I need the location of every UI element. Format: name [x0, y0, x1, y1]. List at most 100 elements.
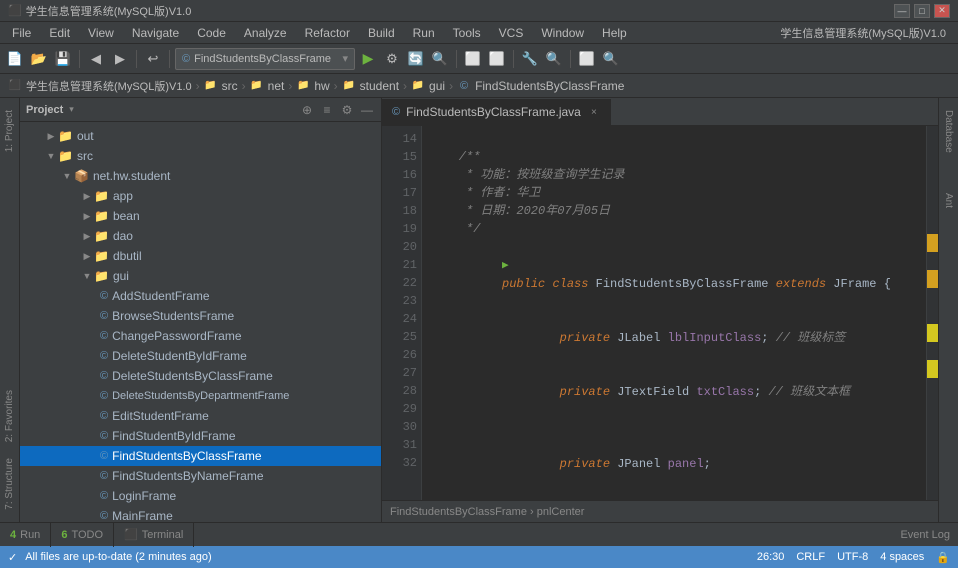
panel-add-icon[interactable]: ⊕	[299, 102, 315, 118]
tree-label: DeleteStudentsByDepartmentFrame	[112, 390, 289, 402]
menu-view[interactable]: View	[80, 24, 122, 42]
run-btn[interactable]: ▶	[357, 48, 379, 70]
maximize-btn[interactable]: □	[914, 4, 930, 18]
tree-item-app[interactable]: ▶ 📁 app	[20, 186, 381, 206]
toolbar-fwd-btn[interactable]: ▶	[109, 48, 131, 70]
tab-bar: © FindStudentsByClassFrame.java ×	[382, 98, 938, 126]
breadcrumb-student[interactable]: student	[360, 79, 399, 93]
menu-navigate[interactable]: Navigate	[124, 24, 187, 42]
folder-icon: 📁	[94, 269, 109, 283]
toolbar-sep4	[456, 50, 457, 68]
breadcrumb-net[interactable]: net	[268, 79, 285, 93]
kw-private-21: private	[560, 331, 618, 345]
tree-item-DeleteStudentByIdFrame[interactable]: © DeleteStudentByIdFrame	[20, 346, 381, 366]
toolbar-back-btn[interactable]: ◀	[85, 48, 107, 70]
tree-item-DeleteStudentsByDepartmentFrame[interactable]: © DeleteStudentsByDepartmentFrame	[20, 386, 381, 406]
tree-item-BrowseStudentsFrame[interactable]: © BrowseStudentsFrame	[20, 306, 381, 326]
project-tree[interactable]: ▶ 📁 out ▼ 📁 src ▼ 📦 net.hw.student ▶ 📁 a…	[20, 122, 381, 522]
breadcrumb-class[interactable]: FindStudentsByClassFrame	[475, 79, 624, 93]
toolbar-open-btn[interactable]: 📂	[28, 48, 50, 70]
tree-item-bean[interactable]: ▶ 📁 bean	[20, 206, 381, 226]
editor-tab[interactable]: © FindStudentsByClassFrame.java ×	[382, 99, 612, 125]
tab-close-btn[interactable]: ×	[587, 105, 601, 119]
expand-icon: ▶	[80, 211, 94, 222]
expand-icon: ▶	[80, 191, 94, 202]
menu-code[interactable]: Code	[189, 24, 234, 42]
menu-help[interactable]: Help	[594, 24, 635, 42]
tree-item-dbutil[interactable]: ▶ 📁 dbutil	[20, 246, 381, 266]
terminal-tab[interactable]: ⬛ Terminal	[114, 523, 194, 547]
code-area: 14 15 16 17 18 19 20 21 22 23 24 25 26 2…	[382, 126, 938, 500]
side-tab-favorites[interactable]: 2: Favorites	[2, 382, 17, 450]
toolbar-btn2[interactable]: ⚙	[381, 48, 403, 70]
menu-run[interactable]: Run	[405, 24, 443, 42]
toolbar-new-btn[interactable]: 📄	[4, 48, 26, 70]
tree-item-package[interactable]: ▼ 📦 net.hw.student	[20, 166, 381, 186]
event-log-label[interactable]: Event Log	[900, 529, 950, 541]
tree-item-EditStudentFrame[interactable]: © EditStudentFrame	[20, 406, 381, 426]
tree-item-DeleteStudentsByClassFrame[interactable]: © DeleteStudentsByClassFrame	[20, 366, 381, 386]
tree-label: ChangePasswordFrame	[112, 329, 241, 343]
toolbar-btn3[interactable]: 🔄	[405, 48, 427, 70]
side-tab-project[interactable]: 1: Project	[2, 102, 17, 160]
package-icon: 📦	[74, 169, 89, 183]
tree-item-FindStudentsByNameFrame[interactable]: © FindStudentsByNameFrame	[20, 466, 381, 486]
run-config-dropdown[interactable]: © FindStudentsByClassFrame ▾	[175, 48, 355, 70]
toolbar-btn5[interactable]: ⬜	[462, 48, 484, 70]
tree-label: AddStudentFrame	[112, 289, 209, 303]
side-tab-database[interactable]: Database	[941, 102, 956, 161]
menu-tools[interactable]: Tools	[445, 24, 489, 42]
breadcrumb-project[interactable]: 学生信息管理系统(MySQL版)V1.0	[26, 78, 192, 94]
tree-item-FindStudentByIdFrame[interactable]: © FindStudentByIdFrame	[20, 426, 381, 446]
menu-edit[interactable]: Edit	[41, 24, 78, 42]
panel-close-icon[interactable]: —	[359, 102, 375, 118]
menu-build[interactable]: Build	[360, 24, 403, 42]
minimize-btn[interactable]: —	[894, 4, 910, 18]
tree-item-FindStudentsByClassFrame[interactable]: © FindStudentsByClassFrame	[20, 446, 381, 466]
class-icon: ©	[100, 510, 108, 522]
toolbar-btn8[interactable]: 🔍	[600, 48, 622, 70]
toolbar-save-btn[interactable]: 💾	[52, 48, 74, 70]
breadcrumb-src[interactable]: src	[222, 79, 238, 93]
tree-item-out[interactable]: ▶ 📁 out	[20, 126, 381, 146]
breadcrumb-hw-icon: 📁	[296, 79, 310, 93]
classname-span: FindStudentsByClassFrame	[596, 277, 776, 291]
side-tab-structure[interactable]: 7: Structure	[2, 450, 17, 518]
toolbar-btn7[interactable]: ⬜	[576, 48, 598, 70]
panel-header-left: Project ▾	[26, 104, 74, 116]
breadcrumb-gui[interactable]: gui	[429, 79, 445, 93]
tree-label: BrowseStudentsFrame	[112, 309, 234, 323]
tree-item-gui[interactable]: ▼ 📁 gui	[20, 266, 381, 286]
tree-item-src[interactable]: ▼ 📁 src	[20, 146, 381, 166]
tree-item-ChangePasswordFrame[interactable]: © ChangePasswordFrame	[20, 326, 381, 346]
todo-tab[interactable]: 6 TODO	[51, 523, 114, 547]
panel-collapse-icon[interactable]: ≡	[319, 102, 335, 118]
menu-app[interactable]: 学生信息管理系统(MySQL版)V1.0	[772, 23, 954, 43]
menu-refactor[interactable]: Refactor	[297, 24, 358, 42]
code-line-21: private JLabel lblInputClass; // 班级标签	[430, 311, 918, 365]
code-content[interactable]: /** * 功能：按班级查询学生记录 * 作者：华卫 * 日期：2020年07月…	[422, 126, 926, 500]
breadcrumb-net-icon: 📁	[250, 79, 264, 93]
side-tab-ant[interactable]: Ant	[941, 185, 956, 216]
tree-item-MainFrame[interactable]: © MainFrame	[20, 506, 381, 522]
run-tab[interactable]: 4 Run	[0, 523, 51, 547]
menu-file[interactable]: File	[4, 24, 39, 42]
breadcrumb-hw[interactable]: hw	[314, 79, 329, 93]
tree-item-LoginFrame[interactable]: © LoginFrame	[20, 486, 381, 506]
toolbar-search-btn[interactable]: 🔍	[543, 48, 565, 70]
toolbar-btn4[interactable]: 🔍	[429, 48, 451, 70]
toolbar-sep1	[79, 50, 80, 68]
menu-window[interactable]: Window	[533, 24, 592, 42]
tree-item-dao[interactable]: ▶ 📁 dao	[20, 226, 381, 246]
toolbar-wrench-btn[interactable]: 🔧	[519, 48, 541, 70]
menu-analyze[interactable]: Analyze	[236, 24, 295, 42]
menu-vcs[interactable]: VCS	[491, 24, 532, 42]
tree-item-AddStudentFrame[interactable]: © AddStudentFrame	[20, 286, 381, 306]
toolbar-undo-btn[interactable]: ↩	[142, 48, 164, 70]
panel-settings-icon[interactable]: ⚙	[339, 102, 355, 118]
breadcrumb-src-icon: 📁	[204, 79, 218, 93]
expand-icon: ▼	[80, 271, 94, 281]
close-btn[interactable]: ✕	[934, 4, 950, 18]
expand-icon: ▶	[80, 251, 94, 262]
toolbar-btn6[interactable]: ⬜	[486, 48, 508, 70]
